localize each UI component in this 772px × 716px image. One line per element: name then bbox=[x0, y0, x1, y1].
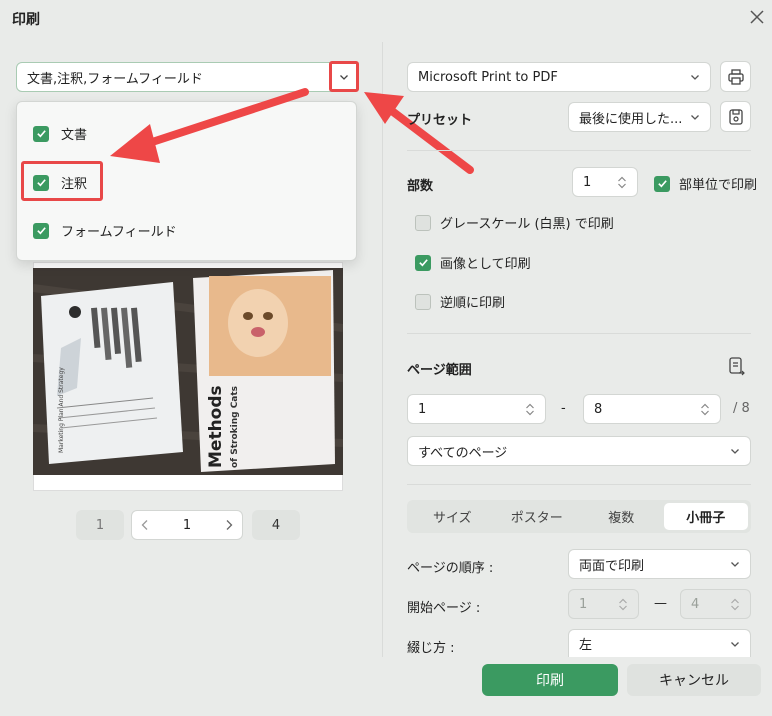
check-icon bbox=[418, 259, 428, 267]
stepper-arrows[interactable] bbox=[700, 403, 710, 416]
page-order-label: ページの順序 : bbox=[407, 561, 494, 576]
start-page-label: 開始ページ : bbox=[407, 601, 481, 616]
page-range-label: ページ範囲 bbox=[407, 363, 472, 378]
printer-icon bbox=[727, 68, 744, 85]
collate-label: 部単位で印刷 bbox=[679, 178, 758, 193]
section-divider bbox=[407, 150, 751, 151]
binding-select[interactable]: 左 bbox=[568, 629, 751, 657]
range-total: / 8 bbox=[733, 401, 750, 416]
collate-checkbox[interactable] bbox=[654, 175, 670, 192]
grayscale-checkbox[interactable] bbox=[415, 214, 431, 231]
tab-multiple[interactable]: 複数 bbox=[579, 503, 664, 530]
chevron-down-icon bbox=[691, 75, 699, 80]
chevron-down-icon bbox=[731, 641, 739, 647]
printer-select[interactable]: Microsoft Print to PDF bbox=[407, 62, 711, 92]
range-from-value: 1 bbox=[418, 401, 427, 417]
grayscale-label: グレースケール (白黒) で印刷 bbox=[440, 217, 614, 232]
chevron-up-icon bbox=[701, 403, 709, 408]
copies-label: 部数 bbox=[407, 179, 434, 194]
check-icon bbox=[657, 180, 667, 188]
chevron-down-icon bbox=[526, 410, 534, 415]
layout-tabs: サイズ ポスター 複数 小冊子 bbox=[407, 500, 751, 533]
range-to-input[interactable]: 8 bbox=[583, 394, 721, 424]
stepper-arrows[interactable] bbox=[730, 598, 740, 611]
chevron-down-icon bbox=[731, 562, 739, 567]
chevron-up-icon bbox=[618, 176, 626, 181]
range-to-value: 8 bbox=[594, 401, 603, 417]
chevron-down-icon bbox=[701, 410, 709, 415]
start-page-separator: — bbox=[654, 596, 667, 611]
reverse-order-option[interactable]: 逆順に印刷 bbox=[415, 292, 505, 311]
copies-stepper[interactable]: 1 bbox=[572, 167, 638, 197]
tab-booklet[interactable]: 小冊子 bbox=[663, 503, 748, 530]
page-order-value: 両面で印刷 bbox=[579, 558, 645, 574]
collate-option[interactable]: 部単位で印刷 bbox=[654, 174, 757, 193]
cancel-button[interactable]: キャンセル bbox=[627, 664, 761, 696]
tab-label: サイズ bbox=[432, 511, 472, 526]
copies-value: 1 bbox=[583, 174, 592, 190]
binding-label: 綴じ方 : bbox=[407, 641, 455, 656]
chevron-down-icon bbox=[731, 605, 739, 610]
start-page-from-input[interactable]: 1 bbox=[568, 589, 639, 619]
chevron-down-icon bbox=[691, 115, 699, 120]
tab-label: ポスター bbox=[510, 511, 563, 526]
preset-label: プリセット bbox=[407, 113, 473, 128]
reverse-order-label: 逆順に印刷 bbox=[440, 296, 506, 311]
print-as-image-checkbox[interactable] bbox=[415, 254, 431, 271]
print-as-image-label: 画像として印刷 bbox=[440, 257, 531, 272]
start-page-from-value: 1 bbox=[579, 596, 588, 612]
grayscale-option[interactable]: グレースケール (白黒) で印刷 bbox=[415, 213, 614, 232]
range-separator: - bbox=[561, 401, 566, 416]
start-page-to-value: 4 bbox=[691, 596, 700, 612]
chevron-up-icon bbox=[731, 598, 739, 603]
section-divider bbox=[407, 484, 751, 485]
reverse-order-checkbox[interactable] bbox=[415, 293, 431, 310]
preset-select-value: 最後に使用した... bbox=[579, 111, 683, 127]
page-order-select[interactable]: 両面で印刷 bbox=[568, 549, 751, 579]
chevron-up-icon bbox=[619, 598, 627, 603]
tab-label: 複数 bbox=[608, 511, 635, 526]
printer-select-value: Microsoft Print to PDF bbox=[418, 69, 558, 85]
stepper-arrows[interactable] bbox=[618, 598, 628, 611]
chevron-down-icon bbox=[619, 605, 627, 610]
print-as-image-option[interactable]: 画像として印刷 bbox=[415, 253, 531, 272]
tab-label: 小冊子 bbox=[686, 511, 726, 526]
chevron-up-icon bbox=[526, 403, 534, 408]
print-button-label: 印刷 bbox=[536, 673, 564, 689]
print-button[interactable]: 印刷 bbox=[482, 664, 618, 696]
preset-select[interactable]: 最後に使用した... bbox=[568, 102, 711, 132]
cancel-button-label: キャンセル bbox=[659, 673, 729, 689]
stepper-arrows[interactable] bbox=[617, 176, 627, 189]
page-subset-select[interactable]: すべてのページ bbox=[407, 436, 751, 466]
range-from-input[interactable]: 1 bbox=[407, 394, 546, 424]
tab-size[interactable]: サイズ bbox=[410, 503, 495, 530]
save-icon bbox=[728, 108, 743, 125]
page-range-swap-icon[interactable] bbox=[727, 356, 747, 378]
start-page-to-input[interactable]: 4 bbox=[680, 589, 751, 619]
section-divider bbox=[407, 333, 751, 334]
binding-value: 左 bbox=[579, 638, 593, 653]
page-subset-value: すべてのページ bbox=[418, 445, 508, 461]
stepper-arrows[interactable] bbox=[525, 403, 535, 416]
save-preset-button[interactable] bbox=[720, 101, 751, 132]
tab-poster[interactable]: ポスター bbox=[495, 503, 580, 530]
chevron-down-icon bbox=[731, 449, 739, 454]
printer-properties-button[interactable] bbox=[720, 61, 751, 92]
chevron-down-icon bbox=[618, 183, 626, 188]
